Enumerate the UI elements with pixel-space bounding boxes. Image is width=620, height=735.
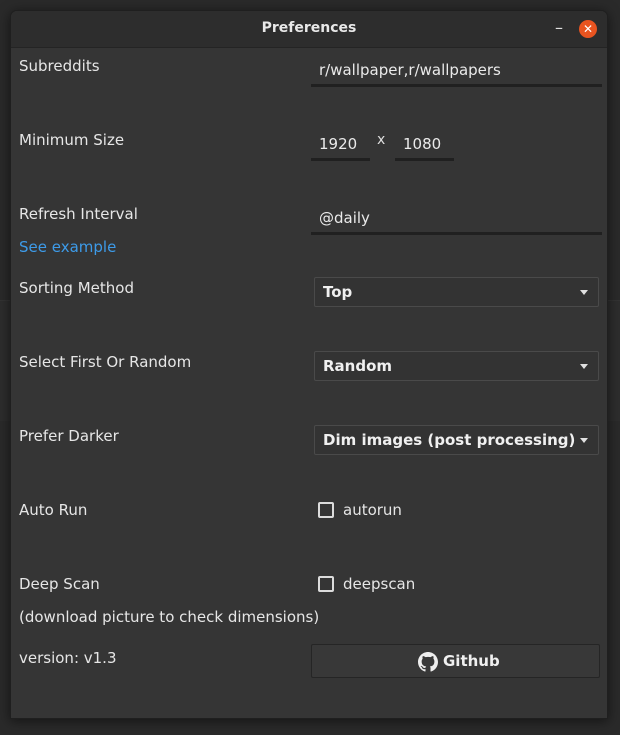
close-button[interactable]: ✕: [579, 20, 597, 38]
deep-scan-label: Deep Scan: [19, 575, 100, 593]
chevron-down-icon: [580, 364, 588, 369]
window-title: Preferences: [261, 20, 357, 36]
select-first-or-random-dropdown[interactable]: Random: [314, 351, 599, 381]
github-icon: [418, 652, 438, 672]
deepscan-checkbox-label[interactable]: deepscan: [343, 575, 415, 593]
github-button[interactable]: Github: [311, 644, 600, 678]
deepscan-checkbox[interactable]: [318, 576, 334, 592]
autorun-checkbox-label[interactable]: autorun: [343, 501, 402, 519]
select-first-or-random-value: Random: [323, 357, 393, 375]
deep-scan-note: (download picture to check dimensions): [19, 608, 320, 626]
prefer-darker-label: Prefer Darker: [19, 427, 119, 445]
select-first-or-random-label: Select First Or Random: [19, 353, 192, 371]
see-example-link[interactable]: See example: [19, 238, 116, 256]
preferences-window: Preferences – ✕ Subreddits r/wallpaper,r…: [10, 10, 608, 719]
min-width-input[interactable]: 1920: [311, 129, 370, 161]
chevron-down-icon: [580, 290, 588, 295]
title-bar[interactable]: Preferences – ✕: [11, 11, 607, 48]
github-button-label: Github: [443, 652, 500, 670]
auto-run-label: Auto Run: [19, 501, 88, 519]
minimize-button[interactable]: –: [548, 16, 570, 40]
minimum-size-label: Minimum Size: [19, 131, 125, 149]
prefer-darker-value: Dim images (post processing): [323, 431, 576, 449]
version-text: version: v1.3: [19, 649, 117, 667]
sorting-method-dropdown[interactable]: Top: [314, 277, 599, 307]
autorun-checkbox[interactable]: [318, 502, 334, 518]
subreddits-input[interactable]: r/wallpaper,r/wallpapers: [311, 55, 602, 87]
sorting-method-label: Sorting Method: [19, 279, 134, 297]
refresh-interval-input[interactable]: @daily: [311, 203, 602, 235]
min-height-input[interactable]: 1080: [395, 129, 454, 161]
chevron-down-icon: [580, 438, 588, 443]
size-separator: x: [377, 132, 386, 148]
sorting-method-value: Top: [323, 283, 353, 301]
prefer-darker-dropdown[interactable]: Dim images (post processing): [314, 425, 599, 455]
refresh-interval-label: Refresh Interval: [19, 205, 138, 223]
subreddits-label: Subreddits: [19, 57, 100, 75]
